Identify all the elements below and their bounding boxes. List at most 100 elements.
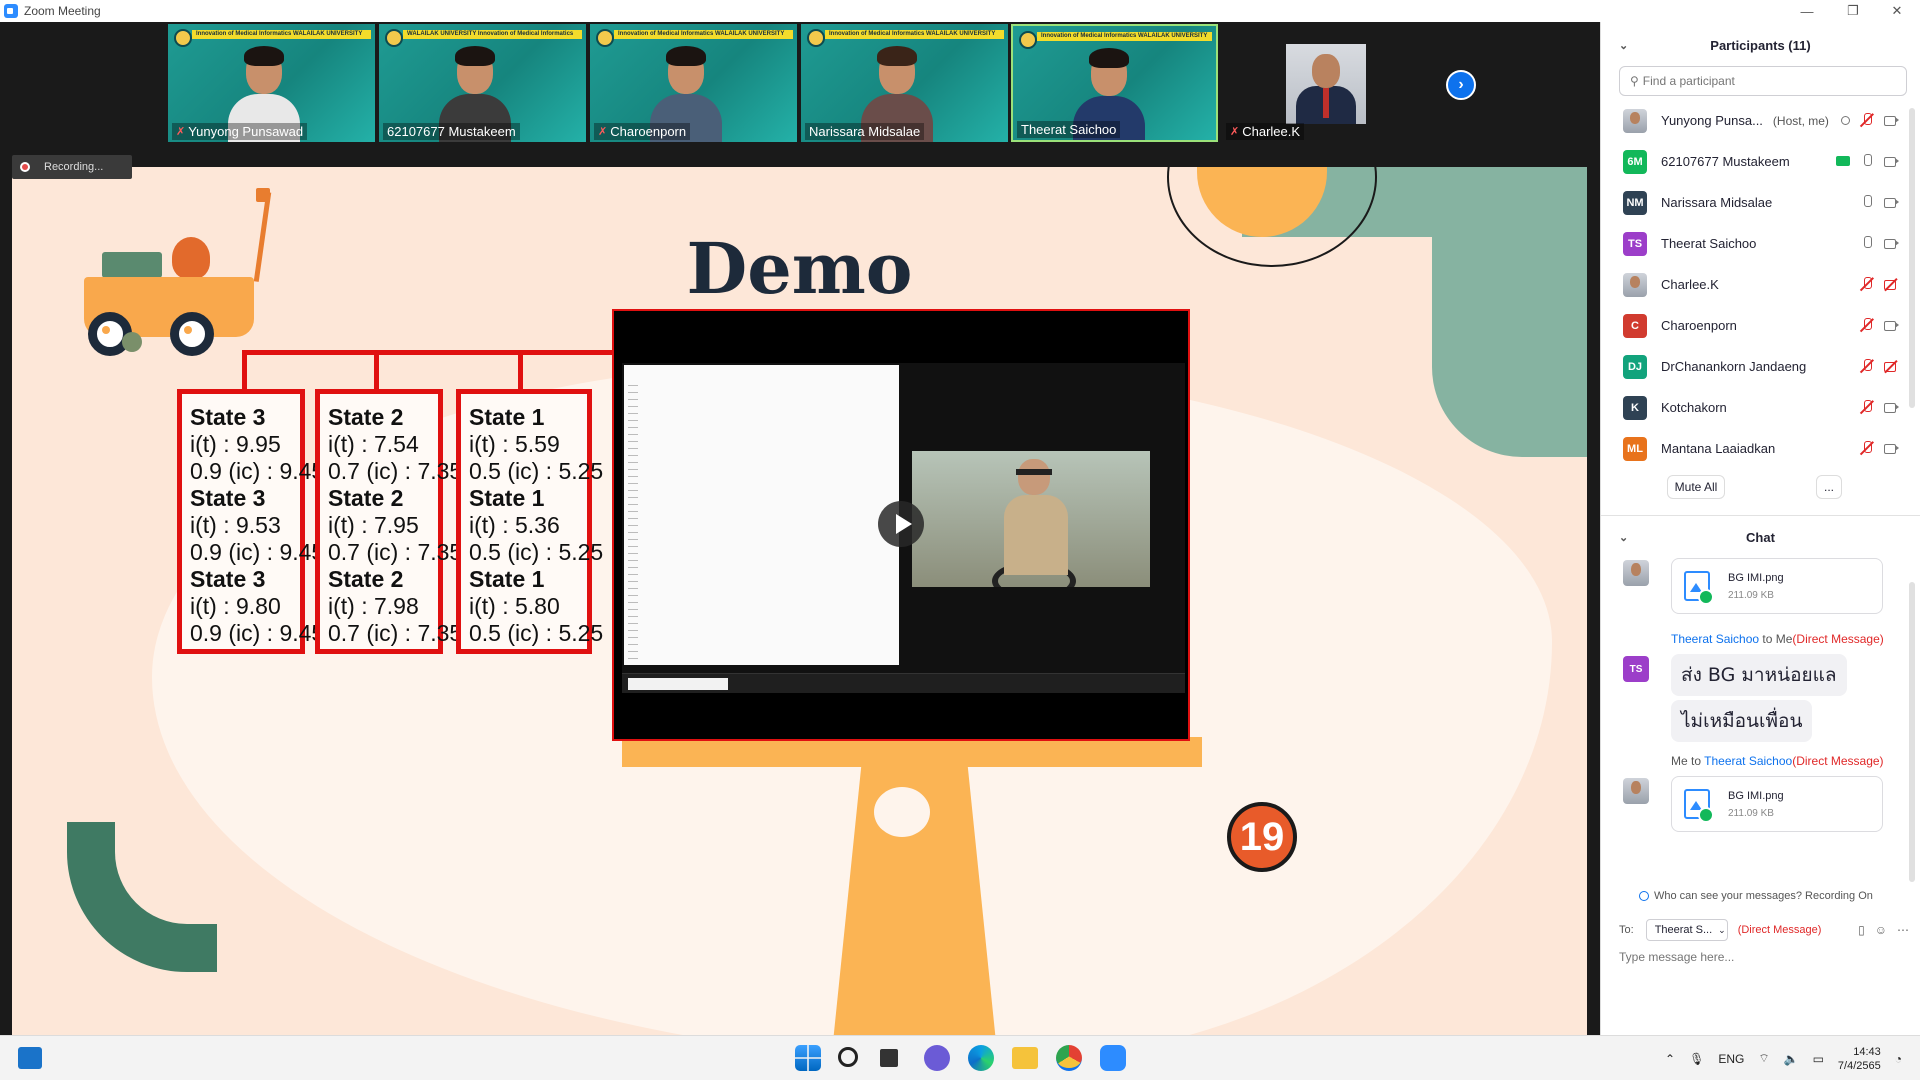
mic-muted-icon[interactable] bbox=[1860, 400, 1874, 414]
participant-row[interactable]: Yunyong Punsa... (Host, me) bbox=[1601, 100, 1920, 141]
microphone-icon[interactable]: 🎙 bbox=[1689, 1052, 1704, 1066]
file-attachment[interactable]: BG IMI.png 211.09 KB bbox=[1671, 558, 1883, 614]
search-icon[interactable] bbox=[838, 1047, 858, 1067]
mic-icon[interactable] bbox=[1860, 236, 1874, 250]
tile-name: 62107677 Mustakeem bbox=[383, 123, 520, 140]
participant-row[interactable]: TS Theerat Saichoo bbox=[1601, 223, 1920, 264]
avatar bbox=[1623, 108, 1647, 133]
mic-muted-icon[interactable] bbox=[1860, 277, 1874, 291]
camera-icon[interactable] bbox=[1884, 236, 1899, 250]
chevron-down-icon[interactable]: ⌄ bbox=[1619, 531, 1628, 544]
volume-icon[interactable]: 🔈 bbox=[1784, 1052, 1799, 1066]
shared-slide: Demo State 3 i(t) : 9.95 0.9 (ic) : 9.45 St… bbox=[12, 167, 1587, 1052]
camera-icon[interactable] bbox=[1884, 441, 1899, 455]
camera-off-icon[interactable] bbox=[1884, 359, 1898, 373]
more-options-button[interactable]: ... bbox=[1816, 475, 1842, 499]
avatar: TS bbox=[1623, 231, 1647, 256]
video-tile[interactable]: Innovation of Medical Informatics WALAIL… bbox=[590, 24, 797, 142]
mute-all-button[interactable]: Mute All bbox=[1667, 475, 1725, 499]
mic-muted-icon[interactable] bbox=[1860, 359, 1874, 373]
video-tile[interactable]: Innovation of Medical Informatics WALAIL… bbox=[168, 24, 375, 142]
participant-status-icons bbox=[1860, 236, 1899, 250]
task-view-icon[interactable] bbox=[880, 1049, 898, 1067]
widgets-icon[interactable] bbox=[18, 1047, 42, 1069]
zoom-logo-icon bbox=[4, 4, 18, 18]
edge-browser-icon[interactable] bbox=[968, 1045, 994, 1071]
participant-status-icons bbox=[1860, 441, 1899, 455]
file-attachment[interactable]: BG IMI.png 211.09 KB bbox=[1671, 776, 1883, 832]
state-value: i(t) : 7.54 bbox=[328, 431, 419, 457]
video-tile[interactable]: WALAILAK UNIVERSITY Innovation of Medica… bbox=[379, 24, 586, 142]
sidebar-panel: ⌄ Participants (11) ⚲ Yunyong Punsa... (H… bbox=[1600, 22, 1920, 1035]
participant-row[interactable]: DJ DrChanankorn Jandaeng bbox=[1601, 346, 1920, 387]
chat-header: ⌄ Chat bbox=[1619, 529, 1775, 545]
video-tile[interactable]: Innovation of Medical Informatics WALAIL… bbox=[801, 24, 1008, 142]
minimize-button[interactable]: — bbox=[1784, 0, 1830, 22]
mic-muted-icon: ✗ bbox=[176, 126, 186, 138]
participant-row[interactable]: NM Narissara Midsalae bbox=[1601, 182, 1920, 223]
chevron-up-icon[interactable]: ⌃ bbox=[1665, 1052, 1675, 1066]
participant-row[interactable]: K Kotchakorn bbox=[1601, 387, 1920, 428]
mic-muted-icon[interactable] bbox=[1860, 441, 1874, 455]
language-indicator[interactable]: ENG bbox=[1718, 1052, 1744, 1066]
camera-icon[interactable] bbox=[1884, 154, 1899, 168]
state-label: State 2 bbox=[328, 485, 404, 511]
avatar: NM bbox=[1623, 190, 1647, 215]
avatar: DJ bbox=[1623, 354, 1647, 379]
chrome-browser-icon[interactable] bbox=[1056, 1045, 1082, 1071]
restore-button[interactable]: ❐ bbox=[1830, 0, 1876, 22]
video-tile[interactable]: ✗ Charlee.K bbox=[1222, 24, 1429, 142]
participant-photo bbox=[1286, 44, 1366, 124]
participant-name: Yunyong Punsa... bbox=[1661, 113, 1763, 128]
camera-icon[interactable] bbox=[1884, 113, 1899, 127]
sender-name[interactable]: Theerat Saichoo bbox=[1671, 632, 1759, 646]
recording-indicator[interactable]: Recording... bbox=[12, 155, 132, 179]
chat-visibility-note[interactable]: Who can see your messages? Recording On bbox=[1639, 890, 1873, 902]
participant-name: Narissara Midsalae bbox=[1661, 195, 1773, 210]
file-icon[interactable]: ▯ bbox=[1858, 923, 1865, 937]
tile-name: ✗ Charoenporn bbox=[594, 123, 691, 140]
recipient-select[interactable]: Theerat S... ⌄ bbox=[1645, 919, 1728, 941]
tile-name: ✗ Charlee.K bbox=[1226, 123, 1305, 140]
battery-icon[interactable]: ▭ bbox=[1813, 1052, 1824, 1066]
avatar bbox=[1623, 272, 1647, 297]
file-explorer-icon[interactable] bbox=[1012, 1047, 1038, 1069]
participant-row[interactable]: Charlee.K bbox=[1601, 264, 1920, 305]
mic-muted-icon[interactable] bbox=[1860, 318, 1874, 332]
monitor-base bbox=[622, 737, 1202, 767]
chevron-down-icon[interactable]: ⌄ bbox=[1619, 39, 1628, 52]
participant-row[interactable]: ML Mantana Laaiadkan bbox=[1601, 428, 1920, 469]
video-tile-active-speaker[interactable]: Innovation of Medical Informatics WALAIL… bbox=[1011, 24, 1218, 142]
play-icon[interactable] bbox=[878, 501, 924, 547]
mic-icon[interactable] bbox=[1860, 154, 1874, 168]
chevron-right-icon[interactable]: › bbox=[1446, 70, 1476, 100]
state-label: State 3 bbox=[190, 404, 266, 430]
participant-search-input[interactable] bbox=[1642, 74, 1893, 88]
avatar bbox=[1623, 778, 1649, 804]
university-crest-icon bbox=[596, 29, 614, 47]
recipient-name[interactable]: Theerat Saichoo bbox=[1704, 754, 1792, 768]
participants-scrollbar[interactable] bbox=[1909, 108, 1915, 408]
state-label: State 3 bbox=[190, 485, 266, 511]
participant-name: 62107677 Mustakeem bbox=[1661, 154, 1790, 169]
emoji-icon[interactable]: ☺ bbox=[1875, 923, 1887, 937]
state-value: i(t) : 9.80 bbox=[190, 593, 281, 619]
chat-message-input[interactable] bbox=[1619, 950, 1909, 964]
chat-scrollbar[interactable] bbox=[1909, 582, 1915, 882]
zoom-app-icon[interactable] bbox=[1100, 1045, 1126, 1071]
close-button[interactable]: ✕ bbox=[1874, 0, 1920, 22]
mic-muted-icon[interactable] bbox=[1860, 113, 1874, 127]
taskbar-clock[interactable]: 14:43 7/4/2565 bbox=[1838, 1045, 1881, 1073]
notification-icon[interactable]: ◔ bbox=[1895, 1052, 1902, 1066]
camera-off-icon[interactable] bbox=[1884, 277, 1898, 291]
more-icon[interactable]: ⋯ bbox=[1897, 923, 1909, 937]
mic-icon[interactable] bbox=[1860, 195, 1874, 209]
camera-icon[interactable] bbox=[1884, 195, 1899, 209]
camera-icon[interactable] bbox=[1884, 400, 1899, 414]
participant-row[interactable]: C Charoenporn bbox=[1601, 305, 1920, 346]
wifi-icon[interactable]: ⌔ bbox=[1758, 1051, 1769, 1066]
participant-search[interactable]: ⚲ bbox=[1619, 66, 1907, 96]
participant-row[interactable]: 6M 62107677 Mustakeem bbox=[1601, 141, 1920, 182]
teams-chat-icon[interactable] bbox=[924, 1045, 950, 1071]
camera-icon[interactable] bbox=[1884, 318, 1899, 332]
